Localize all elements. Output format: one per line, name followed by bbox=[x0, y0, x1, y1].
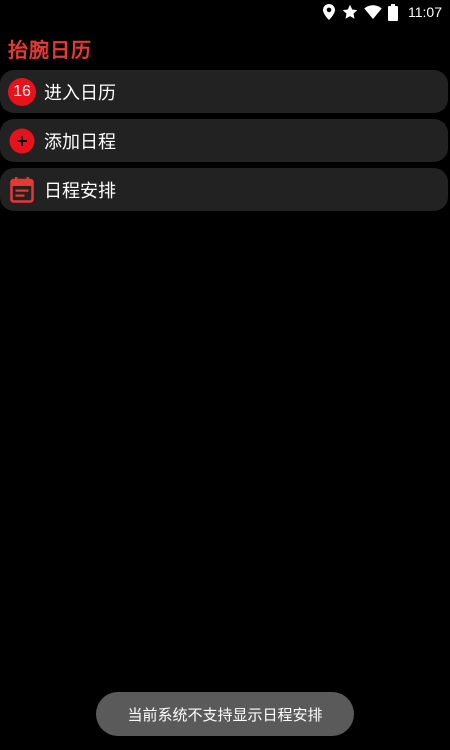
toast-message: 当前系统不支持显示日程安排 bbox=[96, 692, 354, 736]
status-bar: 11:07 bbox=[0, 0, 450, 24]
menu-item-add-event[interactable]: 添加日程 bbox=[0, 119, 448, 162]
status-time: 11:07 bbox=[408, 4, 442, 20]
menu-item-label: 日程安排 bbox=[44, 180, 116, 202]
date-badge: 16 bbox=[8, 77, 36, 106]
menu-item-label: 进入日历 bbox=[44, 82, 116, 104]
battery-icon bbox=[388, 3, 398, 21]
menu-list: 16 进入日历 添加日程 日程安排 bbox=[0, 70, 450, 217]
menu-item-schedule[interactable]: 日程安排 bbox=[0, 168, 448, 211]
add-circle-icon bbox=[8, 127, 36, 155]
wifi-icon bbox=[364, 4, 382, 20]
location-icon bbox=[322, 4, 336, 20]
app-title: 抬腕日历 bbox=[8, 38, 92, 62]
menu-item-open-calendar[interactable]: 16 进入日历 bbox=[0, 70, 448, 113]
calendar-badge-icon: 16 bbox=[8, 77, 36, 106]
calendar-icon bbox=[8, 176, 36, 204]
menu-item-label: 添加日程 bbox=[44, 131, 116, 153]
star-icon bbox=[342, 4, 358, 20]
